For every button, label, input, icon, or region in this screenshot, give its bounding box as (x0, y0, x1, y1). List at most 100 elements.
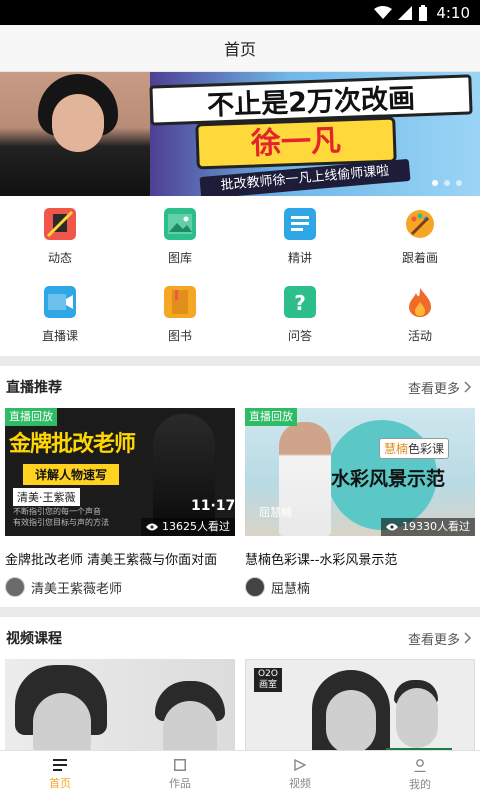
pager-dot (444, 180, 450, 186)
live-card-title[interactable]: 慧楠色彩课--水彩风景示范 (245, 549, 475, 567)
status-icons (374, 4, 428, 21)
question-icon: ? (284, 286, 316, 318)
tab-label: 首页 (49, 777, 71, 790)
video-section-header: 视频课程 查看更多 (0, 617, 480, 659)
tab-works[interactable]: 作品 (120, 751, 240, 800)
see-more-video-button[interactable]: 查看更多 (408, 629, 472, 648)
thumb-text: 不断指引您的每一个声音 有效指引您目标与声的方法 (13, 507, 109, 527)
tab-label: 视频 (289, 777, 311, 790)
wifi-icon (374, 5, 393, 19)
section-divider (0, 607, 480, 617)
promo-banner[interactable]: 不止是2万次改画 徐一凡 批改教师徐一凡上线偷师课啦 (0, 72, 480, 196)
page-title: 首页 (223, 40, 256, 59)
home-icon (53, 759, 67, 771)
eye-icon (146, 523, 158, 531)
section-divider (0, 356, 480, 366)
grid-item-gallery[interactable]: 图库 (120, 200, 240, 278)
live-card-title[interactable]: 金牌批改老师 清美王紫薇与你面对面 (5, 549, 235, 567)
live-section: 直播推荐 查看更多 金牌批改老师 详解人物速写 清美·王紫薇 不断指引您的每一个… (0, 366, 480, 607)
video-card-thumbnail[interactable] (5, 659, 235, 750)
thumb-highlight: 详解人物速写 (23, 464, 120, 485)
studio-logo: O2O 画室 (254, 668, 282, 692)
live-card[interactable]: 慧楠色彩课 水彩风景示范 屈慧楠 直播回放 19330人看过 慧楠色彩课--水彩… (245, 408, 475, 599)
live-section-header: 直播推荐 查看更多 (0, 366, 480, 408)
home-scroll[interactable]: 不止是2万次改画 徐一凡 批改教师徐一凡上线偷师课啦 动态 图库 精讲 跟着画 … (0, 72, 480, 750)
avatar (245, 577, 265, 597)
view-count: 19330人看过 (381, 518, 475, 536)
pager-dot (432, 180, 438, 186)
grid-item-events[interactable]: 活动 (360, 278, 480, 354)
see-more-label: 查看更多 (407, 381, 460, 397)
author-name: 清美王紫薇老师 (31, 581, 123, 597)
thumb-date: 11·17 (191, 498, 235, 514)
eye-icon (386, 523, 398, 531)
video-icon (294, 759, 306, 771)
grid-label: 活动 (407, 329, 432, 343)
grid-label: 精讲 (287, 251, 312, 265)
live-cards: 金牌批改老师 详解人物速写 清美·王紫薇 不断指引您的每一个声音 有效指引您目标… (0, 408, 480, 599)
lecture-icon (284, 208, 316, 240)
app-header: 首页 (0, 25, 480, 72)
grid-item-lecture[interactable]: 精讲 (240, 200, 360, 278)
grid-item-dynamic[interactable]: 动态 (0, 200, 120, 278)
status-bar: 4:10 (0, 0, 480, 25)
fire-icon (404, 286, 436, 318)
banner-headline: 不止是2万次改画 (149, 74, 473, 126)
grid-label: 动态 (47, 251, 72, 265)
grid-item-live-course[interactable]: 直播课 (0, 278, 120, 354)
view-count-text: 19330人看过 (402, 520, 470, 533)
view-count-text: 13625人看过 (162, 520, 230, 533)
tab-label: 作品 (169, 777, 191, 790)
section-title: 视频课程 (6, 631, 62, 647)
bottom-tab-bar: 首页 作品 视频 我的 (0, 750, 480, 800)
profile-icon (414, 759, 426, 772)
tab-video[interactable]: 视频 (240, 751, 360, 800)
view-count: 13625人看过 (141, 518, 235, 536)
author-name: 屈慧楠 (271, 581, 311, 597)
replay-badge: 直播回放 (245, 408, 297, 426)
thumb-name: 屈慧楠 (259, 506, 292, 519)
signal-icon (398, 5, 413, 20)
pager-dot (456, 180, 462, 186)
replay-badge: 直播回放 (5, 408, 57, 426)
thumb-title: 金牌批改老师 (9, 432, 136, 457)
grid-label: 图库 (167, 251, 192, 265)
palette-icon (404, 208, 436, 240)
banner-person-image (0, 72, 150, 196)
book-icon (164, 286, 196, 318)
thumb-title: 水彩风景示范 (331, 468, 446, 490)
grid-item-qa[interactable]: ? 问答 (240, 278, 360, 354)
banner-pager (432, 180, 462, 186)
chevron-right-icon (464, 381, 472, 393)
live-card-thumbnail[interactable]: 金牌批改老师 详解人物速写 清美·王紫薇 不断指引您的每一个声音 有效指引您目标… (5, 408, 235, 536)
thumb-name: 清美·王紫薇 (13, 488, 80, 506)
grid-label: 问答 (287, 329, 312, 343)
live-card-author[interactable]: 清美王紫薇老师 (5, 575, 235, 599)
avatar (5, 577, 25, 597)
grid-label: 图书 (167, 329, 192, 343)
grid-label: 跟着画 (401, 251, 438, 265)
status-time: 4:10 (436, 3, 470, 22)
works-icon (174, 759, 186, 771)
svg-text:?: ? (294, 291, 306, 315)
gallery-icon (164, 208, 196, 240)
grid-item-books[interactable]: 图书 (120, 278, 240, 354)
video-card-thumbnail[interactable]: O2O 画室 (245, 659, 475, 750)
see-more-live-button[interactable]: 查看更多 (408, 378, 472, 397)
live-icon (44, 286, 76, 318)
chevron-right-icon (464, 632, 472, 644)
tab-home[interactable]: 首页 (0, 751, 120, 800)
see-more-label: 查看更多 (407, 632, 460, 648)
grid-label: 直播课 (41, 329, 78, 343)
thumb-tag: 慧楠色彩课 (379, 438, 450, 459)
video-cards: O2O 画室 (0, 659, 480, 750)
grid-item-draw-along[interactable]: 跟着画 (360, 200, 480, 278)
tab-profile[interactable]: 我的 (360, 751, 480, 800)
live-card-author[interactable]: 屈慧楠 (245, 575, 475, 599)
thumb-tag-teacher: 慧楠 (384, 442, 409, 456)
tab-label: 我的 (409, 778, 431, 791)
live-card-thumbnail[interactable]: 慧楠色彩课 水彩风景示范 屈慧楠 直播回放 19330人看过 (245, 408, 475, 536)
live-card[interactable]: 金牌批改老师 详解人物速写 清美·王紫薇 不断指引您的每一个声音 有效指引您目标… (5, 408, 235, 599)
video-section: 视频课程 查看更多 O2O 画室 (0, 617, 480, 750)
dynamic-icon (44, 208, 76, 240)
